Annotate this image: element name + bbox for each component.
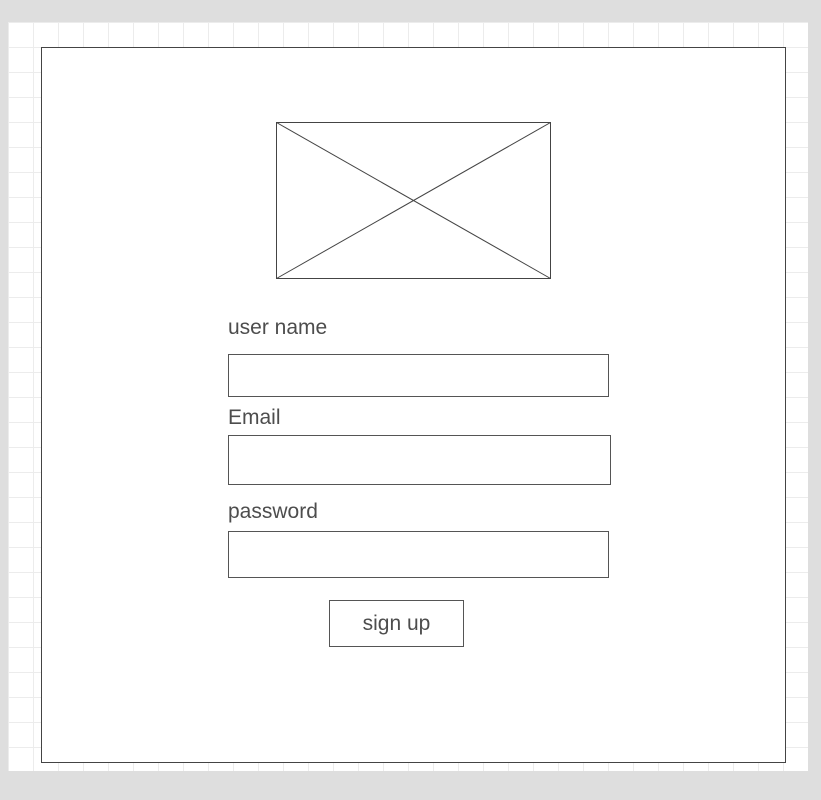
- email-field[interactable]: [228, 435, 611, 485]
- email-label: Email: [228, 406, 281, 429]
- password-label: password: [228, 500, 318, 523]
- username-label: user name: [228, 316, 328, 339]
- username-field[interactable]: [228, 354, 609, 397]
- image-placeholder-icon: [276, 122, 551, 279]
- password-field[interactable]: [228, 531, 609, 578]
- sign-up-button[interactable]: sign up: [329, 600, 464, 647]
